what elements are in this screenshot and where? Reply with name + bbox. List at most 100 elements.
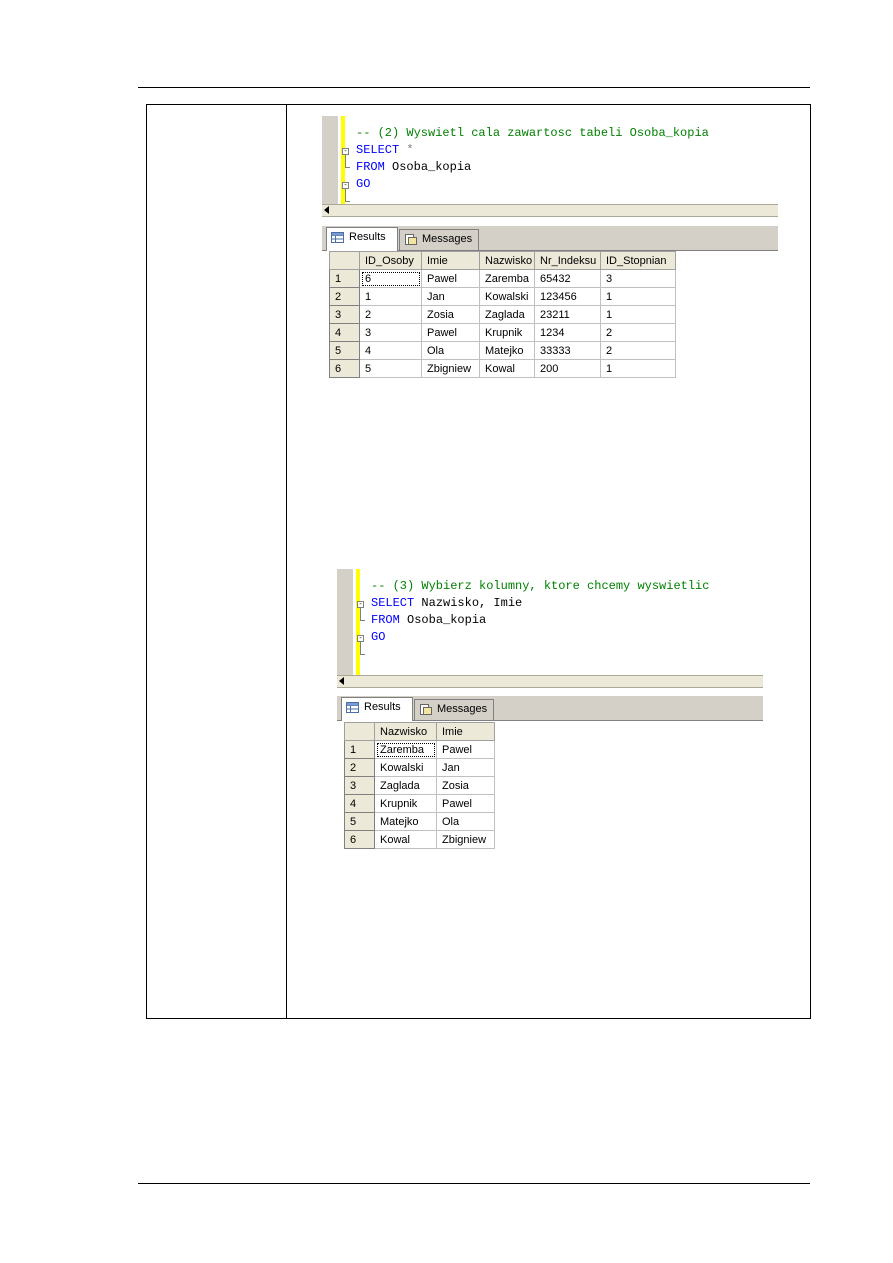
column-header[interactable]: Nazwisko [374,722,437,741]
horizontal-scrollbar[interactable] [322,204,778,217]
grid-cell[interactable]: 3 [359,323,422,342]
table-row[interactable]: 5 Matejko Ola [344,812,495,831]
table-row[interactable]: 5 4 Ola Matejko 33333 2 [329,341,676,360]
grid-corner[interactable] [329,251,360,270]
grid-cell[interactable]: Zbigniew [421,359,480,378]
grid-cell[interactable]: Ola [421,341,480,360]
grid-cell[interactable]: 2 [359,305,422,324]
row-number[interactable]: 6 [329,359,360,378]
results-grid-2[interactable]: Nazwisko Imie 1 Zaremba Pawel 2 Kowalski Jan 3 Za… [344,722,495,849]
code-line-select: SELECT * [356,143,414,157]
sql-editor-2[interactable]: - - -- (3) Wybierz kolumny, ktore chcemy… [337,569,763,675]
tab-messages[interactable]: Messages [414,699,494,720]
grid-cell[interactable]: 2 [600,323,676,342]
grid-cell[interactable]: Pawel [436,740,495,759]
row-number[interactable]: 1 [329,269,360,288]
row-number[interactable]: 2 [344,758,375,777]
table-row[interactable]: 6 5 Zbigniew Kowal 200 1 [329,359,676,378]
fold-line [360,608,361,620]
grid-cell[interactable]: Zbigniew [436,830,495,849]
column-header[interactable]: Imie [436,722,495,741]
grid-cell[interactable]: 123456 [534,287,601,306]
grid-cell[interactable]: 2 [600,341,676,360]
results-grid-1[interactable]: ID_Osoby Imie Nazwisko Nr_Indeksu ID_Stopnia… [329,251,676,378]
grid-cell[interactable]: 6 [359,269,422,288]
row-number[interactable]: 6 [344,830,375,849]
row-number[interactable]: 5 [344,812,375,831]
fold-toggle-icon[interactable]: - [357,601,364,608]
scroll-left-icon[interactable] [324,206,329,214]
fold-tick [345,167,350,168]
grid-cell[interactable]: Pawel [421,323,480,342]
grid-cell[interactable]: 1 [359,287,422,306]
column-header[interactable]: Nr_Indeksu [534,251,601,270]
grid-cell[interactable]: Pawel [436,794,495,813]
grid-cell[interactable]: Jan [421,287,480,306]
code-line-go: GO [356,177,371,191]
horizontal-scrollbar[interactable] [337,675,763,688]
grid-cell[interactable]: 1 [600,305,676,324]
table-row[interactable]: 4 3 Pawel Krupnik 1234 2 [329,323,676,342]
grid-cell[interactable]: 65432 [534,269,601,288]
grid-cell[interactable]: Zosia [421,305,480,324]
table-row[interactable]: 3 Zaglada Zosia [344,776,495,795]
grid-cell[interactable]: 3 [600,269,676,288]
column-header[interactable]: Nazwisko [479,251,535,270]
row-number[interactable]: 5 [329,341,360,360]
grid-cell[interactable]: 1234 [534,323,601,342]
sql-editor-1[interactable]: - - -- (2) Wyswietl cala zawartosc tabel… [322,116,778,204]
row-number[interactable]: 3 [329,305,360,324]
table-row[interactable]: 1 6 Pawel Zaremba 65432 3 [329,269,676,288]
column-header[interactable]: Imie [421,251,480,270]
table-column-divider [286,105,287,1018]
scroll-left-icon[interactable] [339,677,344,685]
grid-cell[interactable]: Ola [436,812,495,831]
results-tabstrip: Results Messages [337,696,763,721]
grid-cell[interactable]: 1 [600,287,676,306]
tab-results[interactable]: Results [341,697,413,721]
grid-cell[interactable]: 1 [600,359,676,378]
grid-corner[interactable] [344,722,375,741]
grid-cell[interactable]: Matejko [479,341,535,360]
grid-cell[interactable]: Zosia [436,776,495,795]
grid-cell[interactable]: 5 [359,359,422,378]
row-number[interactable]: 1 [344,740,375,759]
column-header[interactable]: ID_Osoby [359,251,422,270]
grid-cell[interactable]: Kowal [374,830,437,849]
grid-cell[interactable]: Kowalski [374,758,437,777]
fold-toggle-icon[interactable]: - [342,148,349,155]
tab-messages[interactable]: Messages [399,229,479,250]
grid-cell[interactable]: Kowalski [479,287,535,306]
table-row[interactable]: 6 Kowal Zbigniew [344,830,495,849]
grid-cell[interactable]: 33333 [534,341,601,360]
fold-toggle-icon[interactable]: - [342,182,349,189]
grid-cell[interactable]: 200 [534,359,601,378]
tab-results-label: Results [349,231,386,243]
grid-cell[interactable]: Krupnik [479,323,535,342]
grid-icon [346,702,359,713]
grid-cell[interactable]: Krupnik [374,794,437,813]
row-number[interactable]: 4 [344,794,375,813]
table-row[interactable]: 4 Krupnik Pawel [344,794,495,813]
row-number[interactable]: 4 [329,323,360,342]
grid-cell[interactable]: Jan [436,758,495,777]
grid-cell[interactable]: Pawel [421,269,480,288]
query-window-1: - - -- (2) Wyswietl cala zawartosc tabel… [322,116,778,387]
row-number[interactable]: 3 [344,776,375,795]
tab-results[interactable]: Results [326,227,398,251]
column-header[interactable]: ID_Stopnian [600,251,676,270]
table-row[interactable]: 2 1 Jan Kowalski 123456 1 [329,287,676,306]
table-row[interactable]: 2 Kowalski Jan [344,758,495,777]
fold-toggle-icon[interactable]: - [357,635,364,642]
grid-cell[interactable]: Zaremba [479,269,535,288]
table-row[interactable]: 1 Zaremba Pawel [344,740,495,759]
grid-cell[interactable]: Zaglada [374,776,437,795]
row-number[interactable]: 2 [329,287,360,306]
grid-cell[interactable]: Matejko [374,812,437,831]
grid-cell[interactable]: 4 [359,341,422,360]
grid-cell[interactable]: Kowal [479,359,535,378]
grid-cell[interactable]: 23211 [534,305,601,324]
grid-cell[interactable]: Zaglada [479,305,535,324]
grid-cell[interactable]: Zaremba [374,740,437,759]
table-row[interactable]: 3 2 Zosia Zaglada 23211 1 [329,305,676,324]
